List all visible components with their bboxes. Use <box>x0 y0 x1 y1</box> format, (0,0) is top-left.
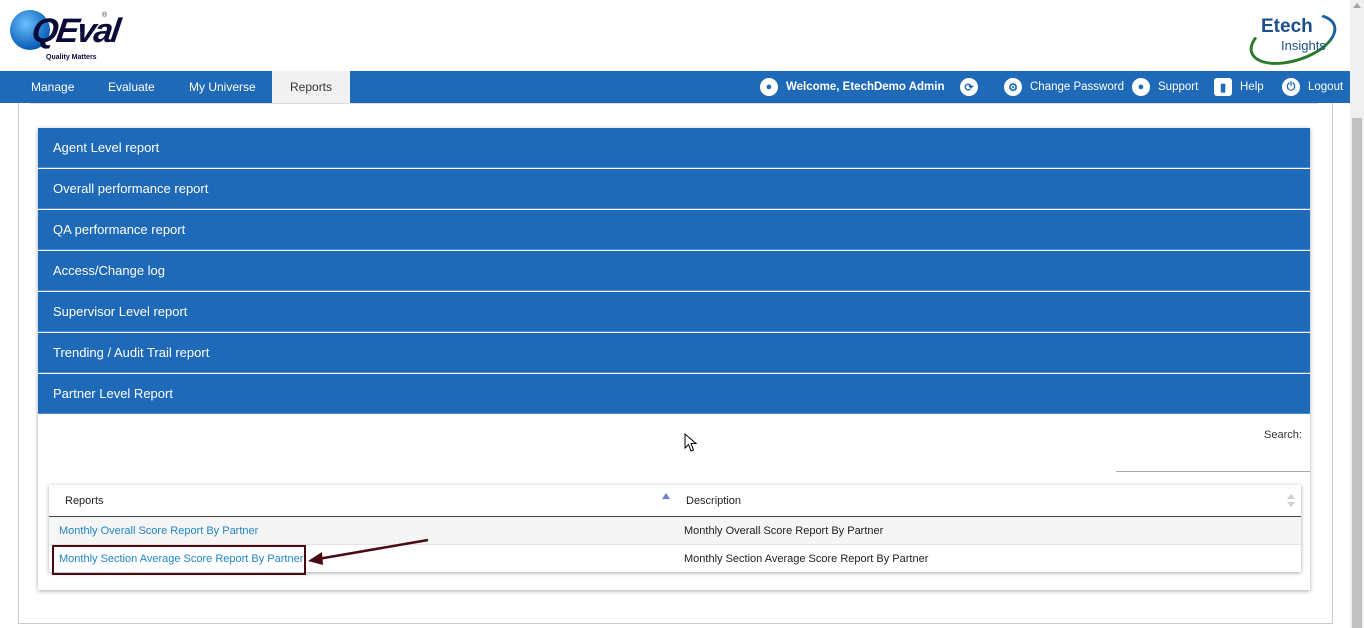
accordion-agent-level-report[interactable]: Agent Level report <box>38 128 1310 168</box>
nav-reports[interactable]: Reports <box>272 71 351 103</box>
gear-icon: ⚙ <box>1004 78 1022 96</box>
change-password-link[interactable]: ⚙ Change Password <box>1004 71 1124 103</box>
table-row: Monthly Overall Score Report By Partner … <box>49 516 1301 545</box>
help-book-icon: ▮ <box>1214 78 1232 96</box>
search-input[interactable] <box>1116 453 1310 472</box>
divider <box>30 103 1318 104</box>
sort-icon <box>1287 494 1295 508</box>
refresh-icon: ⟳ <box>960 78 978 96</box>
accordion-supervisor-level-report[interactable]: Supervisor Level report <box>38 292 1310 332</box>
user-icon: ● <box>760 78 778 96</box>
accordion-trending-audit-trail-report[interactable]: Trending / Audit Trail report <box>38 333 1310 373</box>
logout-link[interactable]: ⏻ Logout <box>1282 71 1343 103</box>
main-navbar: Manage Evaluate My Universe Reports ● We… <box>0 71 1350 103</box>
accordion-overall-performance-report[interactable]: Overall performance report <box>38 169 1310 209</box>
support-link[interactable]: ● Support <box>1132 71 1198 103</box>
qeval-logo[interactable]: QEval ® Quality Matters <box>10 10 121 64</box>
power-icon: ⏻ <box>1282 78 1300 96</box>
app-header: QEval ® Quality Matters Etech Insights <box>0 0 1350 75</box>
sort-ascending-icon <box>662 493 670 499</box>
support-icon: ● <box>1132 78 1150 96</box>
accordion-partner-level-report[interactable]: Partner Level Report <box>38 374 1310 414</box>
scroll-up-icon[interactable] <box>1353 3 1361 8</box>
vertical-scrollbar[interactable] <box>1350 0 1364 628</box>
nav-manage[interactable]: Manage <box>31 71 74 103</box>
reports-panel: Agent Level report Overall performance r… <box>38 128 1310 590</box>
accordion-access-change-log[interactable]: Access/Change log <box>38 251 1310 291</box>
column-header-description[interactable]: Description <box>675 485 1301 517</box>
welcome-user: ● Welcome, EtechDemo Admin <box>760 71 944 103</box>
scrollbar-thumb[interactable] <box>1352 118 1362 628</box>
welcome-text: Welcome, EtechDemo Admin <box>786 81 945 93</box>
report-description: Monthly Section Average Score Report By … <box>675 544 1301 572</box>
nav-my-universe[interactable]: My Universe <box>189 71 256 103</box>
annotation-highlight-box <box>52 545 306 575</box>
refresh-button[interactable]: ⟳ <box>960 71 986 103</box>
qeval-logo-tagline: Quality Matters <box>46 54 97 61</box>
nav-evaluate[interactable]: Evaluate <box>108 71 155 103</box>
qeval-logo-text: QEval <box>29 12 122 50</box>
column-header-reports[interactable]: Reports <box>49 485 675 517</box>
search-label: Search: <box>1264 429 1302 441</box>
annotation-arrow-icon <box>308 538 429 565</box>
report-description: Monthly Overall Score Report By Partner <box>675 516 1301 545</box>
accordion-qa-performance-report[interactable]: QA performance report <box>38 210 1310 250</box>
mouse-cursor-icon <box>684 433 698 452</box>
help-link[interactable]: ▮ Help <box>1214 71 1264 103</box>
report-link-monthly-overall-score[interactable]: Monthly Overall Score Report By Partner <box>59 525 258 537</box>
etech-insights-logo: Etech Insights <box>1243 3 1343 75</box>
